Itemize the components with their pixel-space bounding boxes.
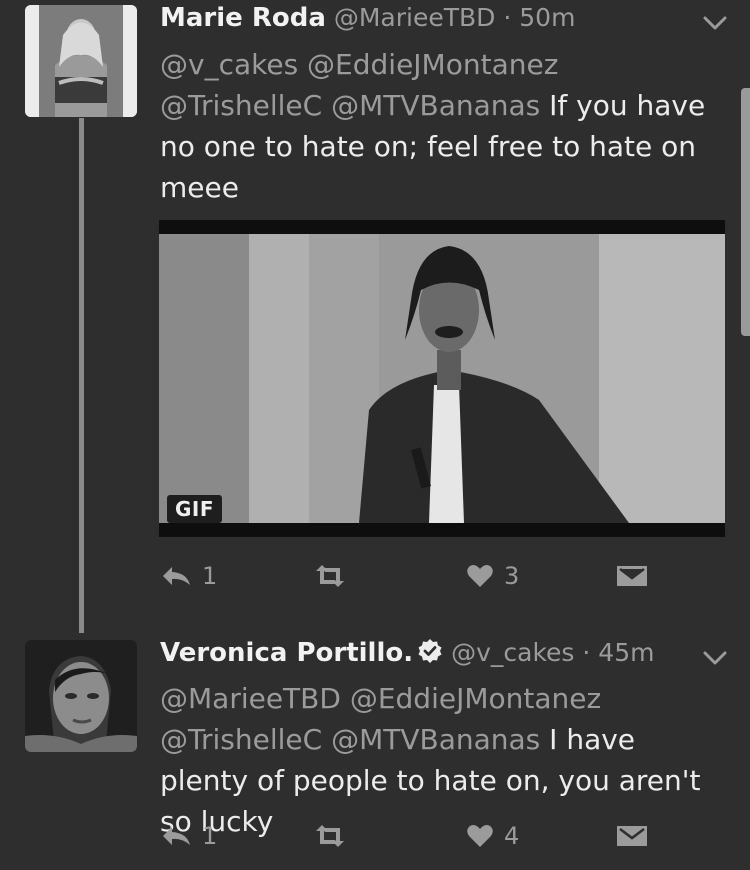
tweet-time: · 50m <box>503 3 576 32</box>
chevron-down-icon[interactable] <box>702 649 728 667</box>
thread-connector-line <box>79 118 84 633</box>
reply-count: 1 <box>202 822 218 850</box>
reply-button[interactable]: 1 <box>160 556 217 596</box>
like-button[interactable]: 4 <box>466 816 519 856</box>
like-count: 4 <box>504 822 520 850</box>
retweet-icon <box>316 825 344 847</box>
envelope-icon <box>617 826 647 846</box>
like-button[interactable]: 3 <box>466 556 519 596</box>
avatar[interactable] <box>25 640 137 752</box>
gif-badge: GIF <box>167 495 223 523</box>
envelope-icon <box>617 566 647 586</box>
gif-frame <box>159 220 725 537</box>
reply-icon <box>163 827 190 845</box>
tweet-actions: 1 3 <box>160 556 660 596</box>
tweet-text: @v_cakes @EddieJMontanez @TrishelleC @MT… <box>160 44 720 208</box>
author-handle[interactable]: @v_cakes <box>451 638 574 667</box>
avatar[interactable] <box>25 5 137 117</box>
tweet-time: · 45m <box>582 638 655 667</box>
heart-icon <box>467 565 493 587</box>
reply-count: 1 <box>202 562 218 590</box>
tweet-actions: 1 4 <box>160 816 660 856</box>
reply-icon <box>163 567 190 585</box>
tweet-header: Veronica Portillo. @v_cakes · 45m <box>160 638 654 668</box>
author-name[interactable]: Veronica Portillo. <box>160 638 413 668</box>
tweet-mentions[interactable]: @MarieeTBD @EddieJMontanez @TrishelleC @… <box>160 682 601 756</box>
tweet-media-gif[interactable]: GIF <box>159 220 725 537</box>
direct-message-button[interactable] <box>616 816 648 856</box>
heart-icon <box>467 825 493 847</box>
author-handle[interactable]: @MarieeTBD <box>334 3 496 32</box>
chevron-down-icon[interactable] <box>702 14 728 32</box>
direct-message-button[interactable] <box>616 556 648 596</box>
author-name[interactable]: Marie Roda <box>160 3 326 33</box>
retweet-button[interactable] <box>312 816 348 856</box>
verified-badge-icon <box>418 639 442 663</box>
scrollbar[interactable] <box>741 88 750 336</box>
tweet-mentions[interactable]: @v_cakes @EddieJMontanez @TrishelleC @MT… <box>160 48 558 122</box>
reply-button[interactable]: 1 <box>160 816 217 856</box>
avatar-photo <box>25 5 137 117</box>
like-count: 3 <box>504 562 520 590</box>
retweet-button[interactable] <box>312 556 348 596</box>
tweet-header: Marie Roda @MarieeTBD · 50m <box>160 3 575 33</box>
avatar-photo <box>25 640 137 752</box>
timeline: Marie Roda @MarieeTBD · 50m @v_cakes @Ed… <box>0 0 750 870</box>
retweet-icon <box>316 565 344 587</box>
